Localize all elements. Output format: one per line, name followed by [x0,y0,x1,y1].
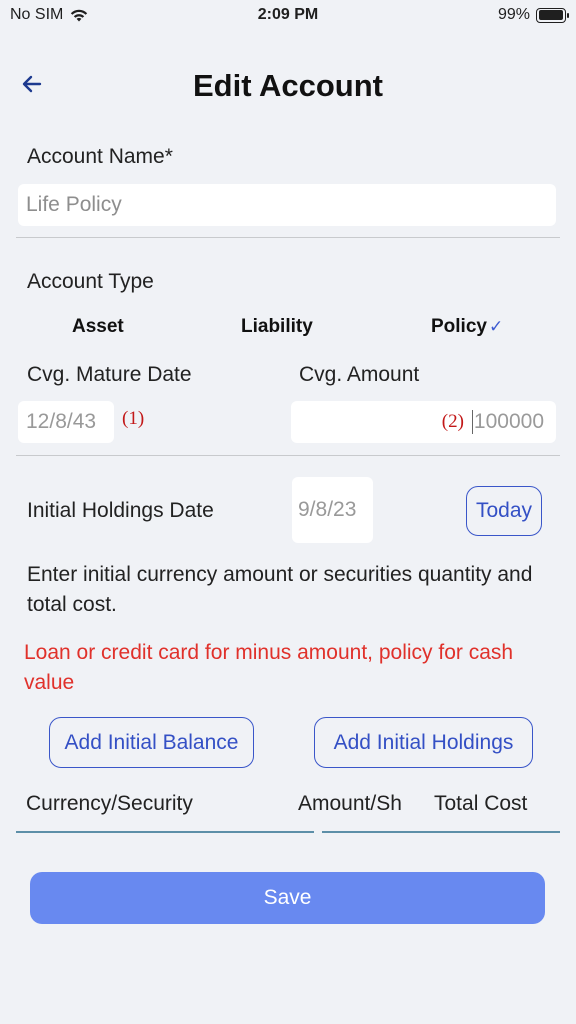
status-right: 99% [497,6,569,24]
warning-text: Loan or credit card for minus amount, po… [24,641,514,694]
add-initial-balance-button[interactable]: Add Initial Balance [49,717,254,768]
today-button[interactable]: Today [466,486,542,536]
mature-date-label: Cvg. Mature Date [27,363,192,386]
battery-cap [567,12,569,18]
initial-holdings-date-value: 9/8/23 [298,498,357,521]
coverage-amount-label: Cvg. Amount [299,363,420,386]
account-name-input[interactable]: Life Policy [18,184,556,226]
divider [16,237,560,238]
coverage-amount-placeholder: 100000 [473,410,544,433]
status-time: 2:09 PM [257,6,319,23]
battery-percent: 99% [497,6,530,23]
save-button[interactable]: Save [30,872,545,924]
mature-date-field[interactable]: 12/8/43 [18,401,114,443]
account-type-policy-label: Policy [431,316,487,337]
column-header-total-cost: Total Cost [434,792,528,815]
column-header-amount: Amount/Sh [298,792,402,815]
battery-fill [538,10,564,20]
add-initial-holdings-button[interactable]: Add Initial Holdings [314,717,533,768]
column-header-currency: Currency/Security [26,792,193,815]
info-text: Enter initial currency amount or securit… [27,563,533,616]
table-header-line [322,831,560,833]
coverage-amount-field[interactable]: (2) 100000 [291,401,556,443]
account-type-liability[interactable]: Liability [241,316,313,338]
annotation-1: (1) [122,408,145,429]
account-type-label: Account Type [27,270,154,293]
page-title: Edit Account [192,68,383,103]
account-type-policy[interactable]: Policy ✓ [431,316,503,338]
initial-holdings-date-label: Initial Holdings Date [27,499,214,522]
account-type-asset[interactable]: Asset [72,316,124,338]
checkmark-icon: ✓ [488,317,504,336]
mature-date-value: 12/8/43 [26,410,97,433]
account-name-value: Life Policy [26,193,122,216]
battery-icon [536,7,569,23]
initial-holdings-date-field[interactable]: 9/8/23 [292,477,373,543]
status-bar: No SIM 2:09 PM 99% [0,0,576,34]
account-name-label: Account Name* [27,145,173,168]
text-cursor [471,410,473,434]
annotation-2: (2) [441,411,464,432]
table-header-line [16,831,314,833]
divider [16,455,560,456]
